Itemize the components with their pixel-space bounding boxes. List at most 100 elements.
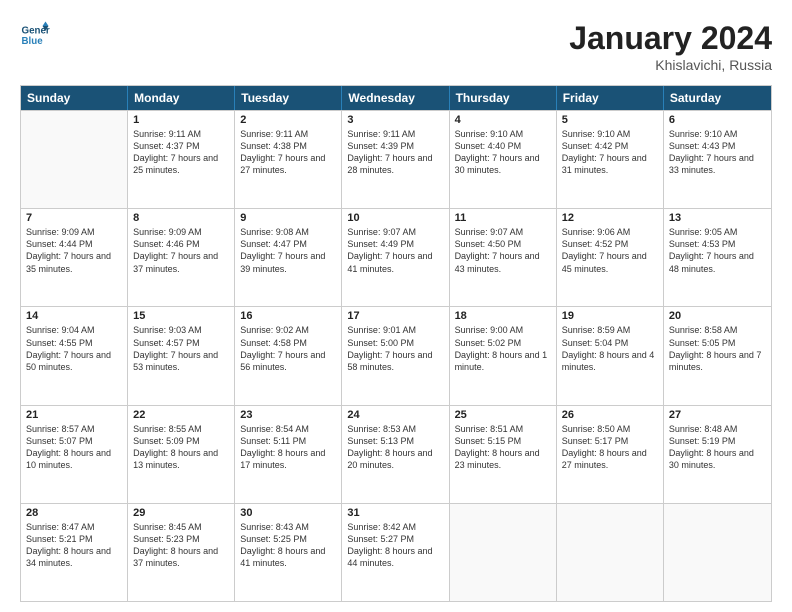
- calendar-cell: 17 Sunrise: 9:01 AM Sunset: 5:00 PM Dayli…: [342, 307, 449, 404]
- day-number: 13: [669, 212, 766, 224]
- day-number: 9: [240, 212, 336, 224]
- cell-info: Sunrise: 9:10 AM Sunset: 4:42 PM Dayligh…: [562, 128, 658, 177]
- location: Khislavichi, Russia: [569, 57, 772, 73]
- calendar-cell: 18 Sunrise: 9:00 AM Sunset: 5:02 PM Dayli…: [450, 307, 557, 404]
- cell-info: Sunrise: 8:58 AM Sunset: 5:05 PM Dayligh…: [669, 324, 766, 373]
- cell-info: Sunrise: 9:11 AM Sunset: 4:39 PM Dayligh…: [347, 128, 443, 177]
- cell-info: Sunrise: 9:00 AM Sunset: 5:02 PM Dayligh…: [455, 324, 551, 373]
- calendar-cell: 25 Sunrise: 8:51 AM Sunset: 5:15 PM Dayli…: [450, 406, 557, 503]
- cell-info: Sunrise: 9:06 AM Sunset: 4:52 PM Dayligh…: [562, 226, 658, 275]
- day-number: 16: [240, 310, 336, 322]
- day-number: 25: [455, 409, 551, 421]
- cell-info: Sunrise: 8:45 AM Sunset: 5:23 PM Dayligh…: [133, 521, 229, 570]
- calendar-cell: 13 Sunrise: 9:05 AM Sunset: 4:53 PM Dayli…: [664, 209, 771, 306]
- calendar-body: 1Sunrise: 9:11 AM Sunset: 4:37 PM Daylig…: [21, 110, 771, 601]
- day-number: 24: [347, 409, 443, 421]
- calendar-cell: [21, 111, 128, 208]
- calendar-cell: 2Sunrise: 9:11 AM Sunset: 4:38 PM Daylig…: [235, 111, 342, 208]
- calendar-cell: 19 Sunrise: 8:59 AM Sunset: 5:04 PM Dayli…: [557, 307, 664, 404]
- day-number: 30: [240, 507, 336, 519]
- day-number: 21: [26, 409, 122, 421]
- calendar-cell: 12Sunrise: 9:06 AM Sunset: 4:52 PM Dayli…: [557, 209, 664, 306]
- weekday-header-saturday: Saturday: [664, 86, 771, 110]
- calendar-cell: [450, 504, 557, 601]
- calendar-cell: 31 Sunrise: 8:42 AM Sunset: 5:27 PM Dayli…: [342, 504, 449, 601]
- day-number: 29: [133, 507, 229, 519]
- day-number: 4: [455, 114, 551, 126]
- calendar-cell: 8 Sunrise: 9:09 AM Sunset: 4:46 PM Daylig…: [128, 209, 235, 306]
- weekday-header-tuesday: Tuesday: [235, 86, 342, 110]
- calendar-cell: 7 Sunrise: 9:09 AM Sunset: 4:44 PM Daylig…: [21, 209, 128, 306]
- calendar-cell: [557, 504, 664, 601]
- calendar-header: SundayMondayTuesdayWednesdayThursdayFrid…: [21, 86, 771, 110]
- calendar-cell: 21 Sunrise: 8:57 AM Sunset: 5:07 PM Dayli…: [21, 406, 128, 503]
- cell-info: Sunrise: 9:04 AM Sunset: 4:55 PM Dayligh…: [26, 324, 122, 373]
- calendar-cell: 24 Sunrise: 8:53 AM Sunset: 5:13 PM Dayli…: [342, 406, 449, 503]
- calendar-row-5: 28 Sunrise: 8:47 AM Sunset: 5:21 PM Dayli…: [21, 503, 771, 601]
- calendar-cell: 15Sunrise: 9:03 AM Sunset: 4:57 PM Dayli…: [128, 307, 235, 404]
- cell-info: Sunrise: 8:43 AM Sunset: 5:25 PM Dayligh…: [240, 521, 336, 570]
- day-number: 18: [455, 310, 551, 322]
- month-title: January 2024: [569, 20, 772, 57]
- cell-info: Sunrise: 8:54 AM Sunset: 5:11 PM Dayligh…: [240, 423, 336, 472]
- calendar-row-1: 1Sunrise: 9:11 AM Sunset: 4:37 PM Daylig…: [21, 110, 771, 208]
- day-number: 5: [562, 114, 658, 126]
- day-number: 19: [562, 310, 658, 322]
- header: General Blue January 2024 Khislavichi, R…: [20, 20, 772, 73]
- day-number: 7: [26, 212, 122, 224]
- cell-info: Sunrise: 8:57 AM Sunset: 5:07 PM Dayligh…: [26, 423, 122, 472]
- weekday-header-friday: Friday: [557, 86, 664, 110]
- cell-info: Sunrise: 9:01 AM Sunset: 5:00 PM Dayligh…: [347, 324, 443, 373]
- calendar-cell: 16 Sunrise: 9:02 AM Sunset: 4:58 PM Dayli…: [235, 307, 342, 404]
- cell-info: Sunrise: 9:09 AM Sunset: 4:46 PM Dayligh…: [133, 226, 229, 275]
- cell-info: Sunrise: 8:50 AM Sunset: 5:17 PM Dayligh…: [562, 423, 658, 472]
- calendar-cell: 27Sunrise: 8:48 AM Sunset: 5:19 PM Dayli…: [664, 406, 771, 503]
- weekday-header-monday: Monday: [128, 86, 235, 110]
- cell-info: Sunrise: 9:02 AM Sunset: 4:58 PM Dayligh…: [240, 324, 336, 373]
- calendar-cell: 22Sunrise: 8:55 AM Sunset: 5:09 PM Dayli…: [128, 406, 235, 503]
- cell-info: Sunrise: 9:05 AM Sunset: 4:53 PM Dayligh…: [669, 226, 766, 275]
- day-number: 20: [669, 310, 766, 322]
- calendar-cell: 4 Sunrise: 9:10 AM Sunset: 4:40 PM Daylig…: [450, 111, 557, 208]
- day-number: 6: [669, 114, 766, 126]
- cell-info: Sunrise: 8:48 AM Sunset: 5:19 PM Dayligh…: [669, 423, 766, 472]
- calendar-cell: 11Sunrise: 9:07 AM Sunset: 4:50 PM Dayli…: [450, 209, 557, 306]
- calendar-cell: 10Sunrise: 9:07 AM Sunset: 4:49 PM Dayli…: [342, 209, 449, 306]
- calendar-cell: 29 Sunrise: 8:45 AM Sunset: 5:23 PM Dayli…: [128, 504, 235, 601]
- calendar-cell: 23Sunrise: 8:54 AM Sunset: 5:11 PM Dayli…: [235, 406, 342, 503]
- cell-info: Sunrise: 9:10 AM Sunset: 4:43 PM Dayligh…: [669, 128, 766, 177]
- weekday-header-sunday: Sunday: [21, 86, 128, 110]
- weekday-header-thursday: Thursday: [450, 86, 557, 110]
- calendar-cell: 28 Sunrise: 8:47 AM Sunset: 5:21 PM Dayli…: [21, 504, 128, 601]
- day-number: 8: [133, 212, 229, 224]
- day-number: 17: [347, 310, 443, 322]
- day-number: 31: [347, 507, 443, 519]
- day-number: 14: [26, 310, 122, 322]
- cell-info: Sunrise: 9:11 AM Sunset: 4:38 PM Dayligh…: [240, 128, 336, 177]
- day-number: 15: [133, 310, 229, 322]
- cell-info: Sunrise: 9:07 AM Sunset: 4:49 PM Dayligh…: [347, 226, 443, 275]
- cell-info: Sunrise: 9:07 AM Sunset: 4:50 PM Dayligh…: [455, 226, 551, 275]
- weekday-header-wednesday: Wednesday: [342, 86, 449, 110]
- day-number: 28: [26, 507, 122, 519]
- cell-info: Sunrise: 8:51 AM Sunset: 5:15 PM Dayligh…: [455, 423, 551, 472]
- cell-info: Sunrise: 9:10 AM Sunset: 4:40 PM Dayligh…: [455, 128, 551, 177]
- cell-info: Sunrise: 8:53 AM Sunset: 5:13 PM Dayligh…: [347, 423, 443, 472]
- calendar-cell: 20 Sunrise: 8:58 AM Sunset: 5:05 PM Dayli…: [664, 307, 771, 404]
- page: General Blue January 2024 Khislavichi, R…: [0, 0, 792, 612]
- cell-info: Sunrise: 8:59 AM Sunset: 5:04 PM Dayligh…: [562, 324, 658, 373]
- day-number: 26: [562, 409, 658, 421]
- calendar-row-3: 14 Sunrise: 9:04 AM Sunset: 4:55 PM Dayli…: [21, 306, 771, 404]
- logo-icon: General Blue: [20, 20, 50, 50]
- calendar-cell: 14 Sunrise: 9:04 AM Sunset: 4:55 PM Dayli…: [21, 307, 128, 404]
- calendar-row-4: 21 Sunrise: 8:57 AM Sunset: 5:07 PM Dayli…: [21, 405, 771, 503]
- cell-info: Sunrise: 8:47 AM Sunset: 5:21 PM Dayligh…: [26, 521, 122, 570]
- calendar-cell: [664, 504, 771, 601]
- cell-info: Sunrise: 9:09 AM Sunset: 4:44 PM Dayligh…: [26, 226, 122, 275]
- cell-info: Sunrise: 9:08 AM Sunset: 4:47 PM Dayligh…: [240, 226, 336, 275]
- calendar-cell: 5 Sunrise: 9:10 AM Sunset: 4:42 PM Daylig…: [557, 111, 664, 208]
- logo: General Blue: [20, 20, 54, 50]
- cell-info: Sunrise: 9:11 AM Sunset: 4:37 PM Dayligh…: [133, 128, 229, 177]
- calendar-cell: 9 Sunrise: 9:08 AM Sunset: 4:47 PM Daylig…: [235, 209, 342, 306]
- cell-info: Sunrise: 8:42 AM Sunset: 5:27 PM Dayligh…: [347, 521, 443, 570]
